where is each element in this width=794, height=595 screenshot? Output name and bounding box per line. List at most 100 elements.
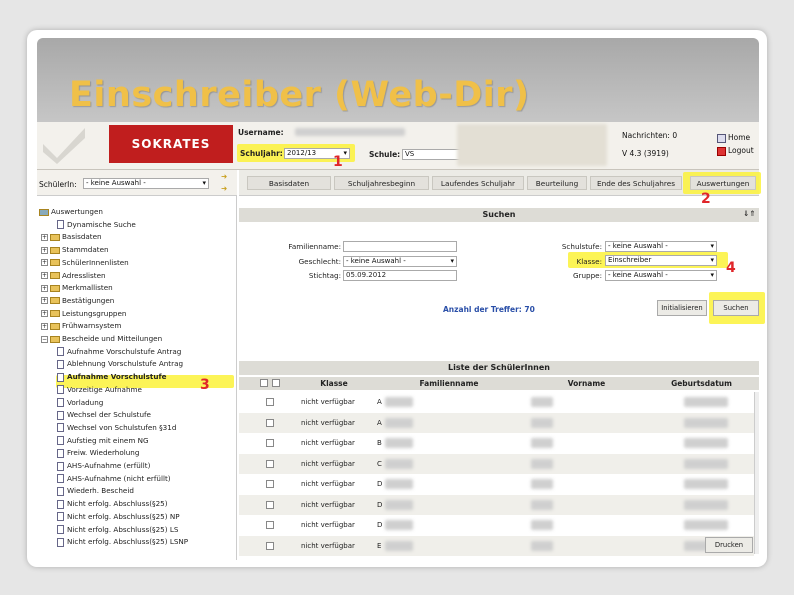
row-checkbox[interactable] [266, 480, 274, 488]
list-scrollbar[interactable] [754, 392, 759, 554]
sidebar-item[interactable]: Freiw. Wiederholung [57, 447, 139, 459]
row-checkbox[interactable] [266, 418, 274, 427]
table-row[interactable]: nicht verfügbar B [239, 433, 754, 453]
col-klasse[interactable]: Klasse [299, 377, 369, 390]
stichtag-input[interactable]: 05.09.2012 [343, 270, 457, 281]
sidebar-item[interactable]: + Bestätigungen [41, 295, 114, 307]
sidebar-item[interactable]: + SchülerInnenlisten [41, 257, 129, 269]
arrow-left-icon[interactable]: ➜ [221, 184, 227, 193]
sidebar-item[interactable]: AHS-Aufnahme (erfüllt) [57, 460, 150, 472]
col-familienname[interactable]: Familienname [374, 377, 524, 390]
sidebar-item[interactable]: Nicht erfolg. Abschluss(§25) LSNP [57, 536, 188, 548]
schuljahr-label: Schuljahr: [240, 149, 283, 158]
schulstufe-select[interactable]: - keine Auswahl - [605, 241, 717, 252]
schulstufe-label: Schulstufe: [561, 242, 602, 251]
header-photo [457, 124, 607, 166]
row-checkbox[interactable] [266, 439, 274, 447]
sidebar-item-label: Vorzeitige Aufnahme [67, 384, 142, 394]
sidebar-item[interactable]: Dynamische Suche [57, 219, 136, 231]
sidebar-item[interactable]: Nicht erfolg. Abschluss(§25) LS [57, 524, 178, 536]
expand-icon[interactable]: + [41, 310, 48, 318]
sidebar-item[interactable]: Wiederh. Bescheid [57, 485, 134, 497]
table-row[interactable]: nicht verfügbar D [239, 474, 754, 494]
sidebar-header: SchülerIn: - keine Auswahl - ➜ ➜ [37, 170, 237, 196]
sidebar-item[interactable]: Wechsel von Schulstufen §31d [57, 422, 176, 434]
tab-basisdaten[interactable]: Basisdaten [247, 176, 331, 190]
sidebar-item[interactable]: + Basisdaten [41, 231, 102, 243]
gruppe-select[interactable]: - keine Auswahl - [605, 270, 717, 281]
document-icon [57, 448, 64, 458]
sidebar-item[interactable]: Aufnahme Vorschulstufe Antrag [57, 346, 181, 358]
sidebar-item[interactable]: + Frühwarnsystem [41, 320, 121, 332]
table-row[interactable]: nicht verfügbar A [239, 412, 754, 433]
cell-familienname-initial: C [377, 459, 382, 468]
expand-icon[interactable]: + [41, 284, 48, 292]
table-row[interactable]: nicht verfügbar A [239, 392, 754, 412]
row-checkbox[interactable] [266, 541, 274, 550]
sidebar-item-label: Nicht erfolg. Abschluss(§25) LS [67, 524, 179, 534]
tab-laufendes-schuljahr[interactable]: Laufendes Schuljahr [432, 176, 524, 190]
row-checkbox[interactable] [266, 500, 274, 509]
collapse-icon[interactable]: − [41, 335, 48, 343]
klasse-select[interactable]: Einschreiber [605, 255, 717, 266]
table-row[interactable]: nicht verfügbar D [239, 494, 754, 515]
collapse-arrows-icon[interactable]: ⇓⇑ [743, 209, 756, 218]
tab-schuljahresbeginn[interactable]: Schuljahresbeginn [334, 176, 429, 190]
initialisieren-button[interactable]: Initialisieren [657, 300, 707, 316]
sidebar-item[interactable]: Wechsel der Schulstufe [57, 409, 151, 421]
sidebar-item[interactable]: − Bescheide und Mitteilungen [41, 333, 162, 345]
select-all-checkbox[interactable] [260, 379, 268, 387]
logout-link[interactable]: Logout [717, 146, 754, 156]
deselect-all-checkbox[interactable] [272, 379, 280, 387]
sidebar-item[interactable]: + Adresslisten [41, 270, 106, 282]
sidebar-item[interactable]: Ablehnung Vorschulstufe Antrag [57, 358, 183, 370]
expand-icon[interactable]: + [41, 233, 48, 241]
main-tabs: Basisdaten Schuljahresbeginn Laufendes S… [239, 170, 761, 196]
familienname-label: Familienname: [288, 242, 341, 251]
row-checkbox[interactable] [266, 459, 274, 468]
sidebar-item[interactable]: + Stammdaten [41, 244, 109, 256]
sidebar-item-label: Leistungsgruppen [62, 308, 127, 318]
tab-ende-des-schuljahres[interactable]: Ende des Schuljahres [590, 176, 682, 190]
expand-icon[interactable]: + [41, 322, 48, 330]
schueler-select[interactable]: - keine Auswahl - [83, 178, 209, 189]
sidebar-item[interactable]: + Merkmallisten [41, 282, 113, 294]
home-link[interactable]: Home [717, 133, 750, 143]
tab-auswertungen[interactable]: Auswertungen [690, 176, 756, 190]
cell-klasse: nicht verfügbar [301, 398, 355, 406]
sidebar-item-label: Wiederh. Bescheid [67, 486, 134, 496]
table-row[interactable]: nicht verfügbar E [239, 535, 754, 556]
sidebar-item[interactable]: AHS-Aufnahme (nicht erfüllt) [57, 473, 171, 485]
expand-icon[interactable]: + [41, 246, 48, 254]
sidebar-item[interactable]: + Leistungsgruppen [41, 308, 126, 320]
cell-familienname-redacted [385, 438, 413, 448]
sidebar-item[interactable]: Vorladung [57, 397, 103, 409]
expand-icon[interactable]: + [41, 272, 48, 279]
familienname-input[interactable] [343, 241, 457, 252]
sidebar-item[interactable]: Aufnahme Vorschulstufe [57, 371, 166, 383]
sidebar-item[interactable]: Nicht erfolg. Abschluss(§25) [57, 498, 168, 510]
row-checkbox[interactable] [266, 398, 274, 406]
table-row[interactable]: nicht verfügbar C [239, 453, 754, 474]
col-geburtsdatum[interactable]: Geburtsdatum [649, 377, 754, 390]
sidebar: SchülerIn: - keine Auswahl - ➜ ➜ 3 Auswe… [37, 170, 237, 560]
expand-icon[interactable]: + [41, 259, 48, 267]
sidebar-item-label: Freiw. Wiederholung [67, 448, 140, 458]
arrow-right-icon[interactable]: ➜ [221, 172, 227, 181]
sidebar-item[interactable]: Auswertungen [39, 206, 103, 218]
sidebar-item[interactable]: Vorzeitige Aufnahme [57, 384, 142, 396]
tab-beurteilung[interactable]: Beurteilung [527, 176, 587, 190]
drucken-button[interactable]: Drucken [705, 537, 753, 553]
expand-icon[interactable]: + [41, 297, 48, 305]
row-checkbox[interactable] [266, 521, 274, 529]
document-icon [57, 461, 64, 471]
nachrichten-text[interactable]: Nachrichten: 0 [622, 131, 677, 140]
table-row[interactable]: nicht verfügbar D [239, 515, 754, 535]
sidebar-item[interactable]: Nicht erfolg. Abschluss(§25) NP [57, 511, 180, 523]
cell-geburtsdatum-redacted [684, 479, 728, 489]
folder-icon [50, 233, 60, 241]
suchen-button[interactable]: Suchen [713, 300, 759, 316]
geschlecht-select[interactable]: - keine Auswahl - [343, 256, 457, 267]
col-vorname[interactable]: Vorname [529, 377, 644, 390]
sidebar-item[interactable]: Aufstieg mit einem NG [57, 435, 149, 447]
